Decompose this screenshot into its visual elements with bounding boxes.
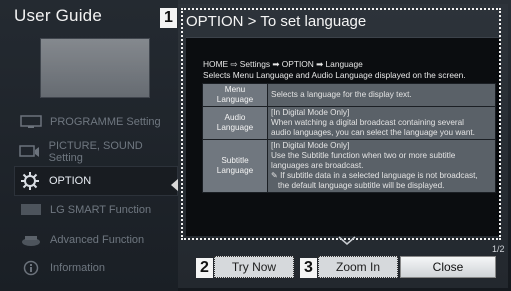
table-text: languages are broadcast.: [271, 161, 364, 170]
menu-item-label: PICTURE, SOUND Setting: [48, 140, 143, 164]
menu-item-information[interactable]: Information: [16, 254, 174, 282]
tv-icon: [16, 113, 46, 131]
note-text: ✎ If subtitle data in a selected languag…: [271, 171, 478, 180]
try-now-button[interactable]: Try Now: [214, 256, 294, 278]
menu-item-label: OPTION: [49, 175, 92, 187]
table-row: Subtitle Language [In Digital Mode Only]…: [202, 139, 496, 193]
guide-title: User Guide: [14, 6, 102, 25]
table-text: Selects a language for the display text.: [271, 90, 412, 99]
step-badge-2: 2: [196, 258, 213, 278]
info-icon: [16, 259, 46, 277]
picture-sound-icon: [16, 143, 45, 161]
table-key-subtitle-language: Subtitle Language: [202, 139, 268, 193]
menu-item-lg-smart-function[interactable]: LG SMART Function: [16, 196, 174, 224]
menu-item-picture-sound-setting[interactable]: PICTURE, SOUND Setting: [16, 138, 174, 166]
step-badge-3: 3: [300, 258, 317, 278]
guide-thumbnail: [40, 38, 150, 98]
chevron-down-icon[interactable]: [338, 236, 356, 246]
table-row: Audio Language [In Digital Mode Only] Wh…: [202, 106, 496, 140]
table-text: [In Digital Mode Only]: [271, 141, 350, 150]
menu-item-label: Advanced Function: [50, 234, 145, 246]
close-button[interactable]: Close: [400, 256, 496, 278]
table-text: [In Digital Mode Only]: [271, 108, 350, 117]
advanced-icon: [16, 231, 46, 249]
table-text: audio languages, you can select the lang…: [271, 128, 475, 137]
table-value: [In Digital Mode Only] Use the Subtitle …: [267, 139, 496, 193]
table-text: When watching a digital broadcast contai…: [271, 118, 464, 127]
table-key-audio-language: Audio Language: [202, 106, 268, 140]
page-indicator: 1/2: [492, 244, 505, 254]
guide-sidebar: User Guide PROGRAMME Setting PICTURE, SO…: [0, 0, 179, 291]
popup-description: Selects Menu Language and Audio Language…: [203, 70, 466, 80]
table-value: Selects a language for the display text.: [267, 83, 496, 107]
menu-item-option[interactable]: OPTION: [14, 166, 178, 196]
note-text: the default language subtitle will be di…: [271, 181, 445, 190]
step-badge-1: 1: [160, 8, 177, 28]
smart-icon: [16, 201, 46, 219]
table-row: Menu Language Selects a language for the…: [202, 83, 496, 107]
language-options-table: Menu Language Selects a language for the…: [202, 83, 496, 193]
menu-item-label: Information: [50, 262, 106, 274]
zoom-in-button[interactable]: Zoom In: [318, 256, 398, 278]
menu-item-programme-setting[interactable]: PROGRAMME Setting: [16, 108, 174, 136]
menu-path: HOME ⇨ Settings ➡ OPTION ➡ Language: [203, 59, 363, 69]
menu-item-label: LG SMART Function: [50, 204, 152, 216]
popup-title: OPTION > To set language: [186, 13, 367, 30]
table-key-menu-language: Menu Language: [202, 83, 268, 107]
menu-item-advanced-function[interactable]: Advanced Function: [16, 226, 174, 254]
table-value: [In Digital Mode Only] When watching a d…: [267, 106, 496, 140]
gear-icon: [15, 172, 45, 190]
table-text: Use the Subtitle function when two or mo…: [271, 151, 456, 160]
user-guide-screen: User Guide PROGRAMME Setting PICTURE, SO…: [0, 0, 511, 291]
menu-item-label: PROGRAMME Setting: [50, 116, 161, 128]
